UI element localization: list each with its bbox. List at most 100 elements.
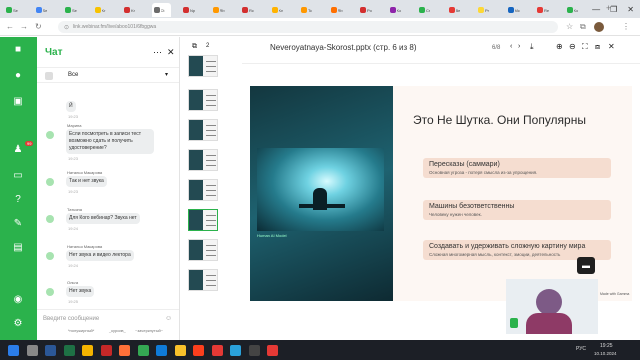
thumbnail-text-line <box>206 250 216 251</box>
site-info-icon[interactable]: ⊙ <box>64 24 69 31</box>
tab-label: Mc <box>514 7 520 13</box>
browser-tab[interactable]: Mc <box>506 3 525 17</box>
camera-icon[interactable]: ■ <box>11 43 25 57</box>
profile-avatar[interactable] <box>594 22 604 32</box>
browser-tab[interactable]: Rc <box>240 3 259 17</box>
questions-icon[interactable]: ? <box>11 193 25 207</box>
bookmark-star-icon[interactable]: ☆ <box>566 22 573 31</box>
slide-thumbnail[interactable] <box>188 239 218 261</box>
edit-icon[interactable]: ✎ <box>11 217 25 231</box>
taskbar-telegram-icon[interactable] <box>230 345 241 356</box>
browser-tab[interactable]: Np <box>181 3 200 17</box>
minimize-button[interactable]: — <box>592 5 600 14</box>
language-indicator[interactable]: РУС <box>576 346 586 352</box>
browser-tab[interactable]: Kr <box>93 3 112 17</box>
maximize-button[interactable]: ❐ <box>610 5 617 14</box>
record-icon[interactable]: ◉ <box>11 293 25 307</box>
browser-tab[interactable]: Se <box>4 3 23 17</box>
browser-tab[interactable]: Cr <box>417 3 436 17</box>
url-input[interactable]: ⊙ link.webinar.fm/live/aboo101/6fbggwa <box>58 21 558 33</box>
clock-date[interactable]: 10.10.2024 <box>594 351 617 356</box>
taskbar-edge-icon[interactable] <box>156 345 167 356</box>
browser-tab[interactable]: Kn <box>270 3 289 17</box>
pin-icon[interactable]: ⧈ <box>595 42 600 52</box>
browser-tab[interactable]: Se <box>34 3 53 17</box>
forward-icon[interactable]: → <box>20 22 28 31</box>
back-icon[interactable]: ← <box>6 22 14 31</box>
taskbar-explorer-icon[interactable] <box>174 345 186 356</box>
taskbar-chrome2-icon[interactable] <box>137 345 149 356</box>
browser-tab[interactable]: Kr <box>122 3 141 17</box>
message-author: Наталья Макарова <box>67 244 103 249</box>
chat-room-selector[interactable]: Все ▾ <box>37 67 179 83</box>
thumbnail-text-line <box>206 220 216 221</box>
taskbar-yandex-icon[interactable] <box>193 345 204 356</box>
browser-tab[interactable]: Se <box>63 3 82 17</box>
more-options-icon[interactable]: ⋯ <box>153 47 162 58</box>
chat-icon[interactable]: ▭ <box>11 169 25 183</box>
tab-label: Ko <box>396 7 402 13</box>
taskbar-recorder-icon[interactable] <box>267 345 278 356</box>
taskbar-media-icon[interactable] <box>211 345 223 356</box>
zoom-in-icon[interactable]: ⊕ <box>556 42 563 51</box>
thumbnail-text-line <box>206 245 216 246</box>
next-slide-icon[interactable]: › <box>518 43 520 50</box>
settings-icon[interactable]: ⚙ <box>11 317 25 331</box>
slide-thumbnail[interactable] <box>188 55 218 77</box>
document-icon[interactable]: ▤ <box>11 241 25 255</box>
browser-tab[interactable]: Rb <box>329 3 348 17</box>
browser-tab-strip: Se Se Se Kr Kr Ct Np Rb Rc Kn Tc Rb Po Ko Cr Be Pr Mc Re Ko… <box>0 0 640 18</box>
taskbar-windows-icon[interactable] <box>8 345 19 356</box>
tab-label: Be <box>455 7 461 13</box>
browser-tab[interactable]: Be <box>447 3 466 17</box>
zoom-out-icon[interactable]: ⊖ <box>569 42 576 51</box>
chat-composer: Введите сообщение ☺ *полужирный* _курсив… <box>37 309 179 340</box>
taskbar-obs-icon[interactable] <box>248 345 260 356</box>
browser-tab[interactable]: Re <box>535 3 554 17</box>
close-chat-icon[interactable]: ✕ <box>167 47 175 58</box>
message-time: 19:24 <box>68 226 79 231</box>
page-indicator: 6/8 <box>492 45 501 51</box>
taskbar-search-icon[interactable] <box>26 345 38 356</box>
media-icon[interactable]: ▣ <box>11 95 25 109</box>
speaker-video[interactable] <box>506 279 598 334</box>
emoji-icon[interactable]: ☺ <box>165 315 172 322</box>
browser-tab[interactable]: Rb <box>211 3 230 17</box>
slide-thumbnail[interactable] <box>188 179 218 201</box>
thumbnails-icon[interactable]: ⧉ <box>192 43 197 51</box>
reload-icon[interactable]: ↻ <box>35 22 42 31</box>
browser-tab[interactable]: Ko <box>565 3 584 17</box>
browser-tab[interactable]: Ct <box>151 3 171 17</box>
download-icon[interactable]: ⤓ <box>530 42 534 52</box>
microphone-icon[interactable]: ● <box>11 69 25 83</box>
taskbar-chrome-icon[interactable] <box>82 345 93 356</box>
taskbar-firefox-icon[interactable] <box>119 345 130 356</box>
close-presentation-icon[interactable]: ✕ <box>608 42 615 51</box>
thumbnail-text-line <box>206 66 216 67</box>
prev-slide-icon[interactable]: ‹ <box>510 43 512 50</box>
browser-menu-icon[interactable]: ⋮ <box>622 22 630 31</box>
taskbar-excel-icon[interactable] <box>63 345 75 356</box>
thumbnail-text-line <box>206 285 216 286</box>
message-input[interactable]: Введите сообщение <box>43 316 99 322</box>
extensions-icon[interactable]: ⧉ <box>580 22 586 32</box>
participants-icon[interactable]: ♟ <box>11 143 25 157</box>
close-window-button[interactable]: ✕ <box>627 5 634 14</box>
slide-menu-button[interactable]: ▬ <box>577 257 595 274</box>
slide-heading: Это Не Шутка. Они Популярны <box>413 113 586 127</box>
clock-time[interactable]: 19:25 <box>600 343 613 349</box>
browser-tab[interactable]: Ko <box>388 3 407 17</box>
taskbar-word-icon[interactable] <box>45 345 56 356</box>
thumbnail-image <box>189 210 203 230</box>
browser-tab[interactable]: Pr <box>476 3 495 17</box>
slide-thumbnail[interactable] <box>188 209 218 231</box>
browser-tab[interactable]: Tc <box>299 3 318 17</box>
browser-tab[interactable]: Po <box>358 3 377 17</box>
thumbnail-text-line <box>206 95 216 96</box>
slide-thumbnail[interactable] <box>188 269 218 291</box>
slide-thumbnail[interactable] <box>188 89 218 111</box>
fullscreen-icon[interactable]: ⛶ <box>582 42 588 52</box>
taskbar-pdf-icon[interactable] <box>100 345 112 356</box>
slide-thumbnail[interactable] <box>188 149 218 171</box>
slide-thumbnail[interactable] <box>188 119 218 141</box>
